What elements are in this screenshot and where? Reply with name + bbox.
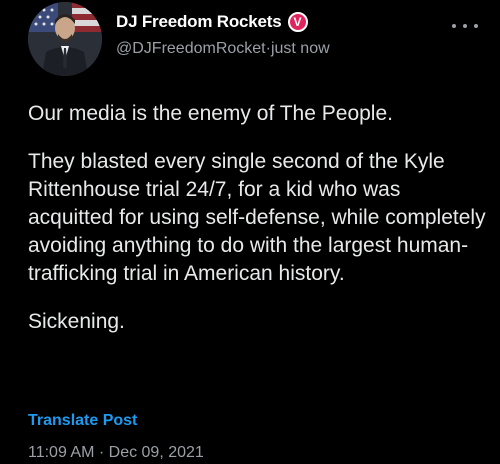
verified-badge-icon: V bbox=[287, 12, 308, 32]
author-name-row: DJ Freedom Rockets V bbox=[116, 12, 308, 32]
post-time-ago: just now bbox=[270, 40, 330, 57]
more-dot bbox=[474, 24, 478, 28]
post-timestamp[interactable]: 11:09 AM · Dec 09, 2021 bbox=[28, 444, 204, 462]
more-options-icon[interactable] bbox=[452, 16, 478, 36]
more-dot bbox=[452, 24, 456, 28]
tweet-paragraph: Our media is the enemy of The People. bbox=[28, 102, 393, 125]
tweet-paragraph: They blasted every single second of the … bbox=[28, 150, 486, 285]
author-handle-row: @DJFreedomRocket · just now bbox=[116, 40, 330, 58]
translate-post-link[interactable]: Translate Post bbox=[28, 412, 137, 430]
profile-photo-icon bbox=[28, 2, 102, 76]
tweet-paragraph: Sickening. bbox=[28, 310, 125, 333]
author-handle[interactable]: @DJFreedomRocket bbox=[116, 40, 266, 58]
tweet-body: Our media is the enemy of The People. Th… bbox=[28, 100, 488, 356]
more-dot bbox=[463, 24, 467, 28]
author-display-name[interactable]: DJ Freedom Rockets bbox=[116, 12, 282, 32]
avatar[interactable] bbox=[28, 2, 102, 76]
